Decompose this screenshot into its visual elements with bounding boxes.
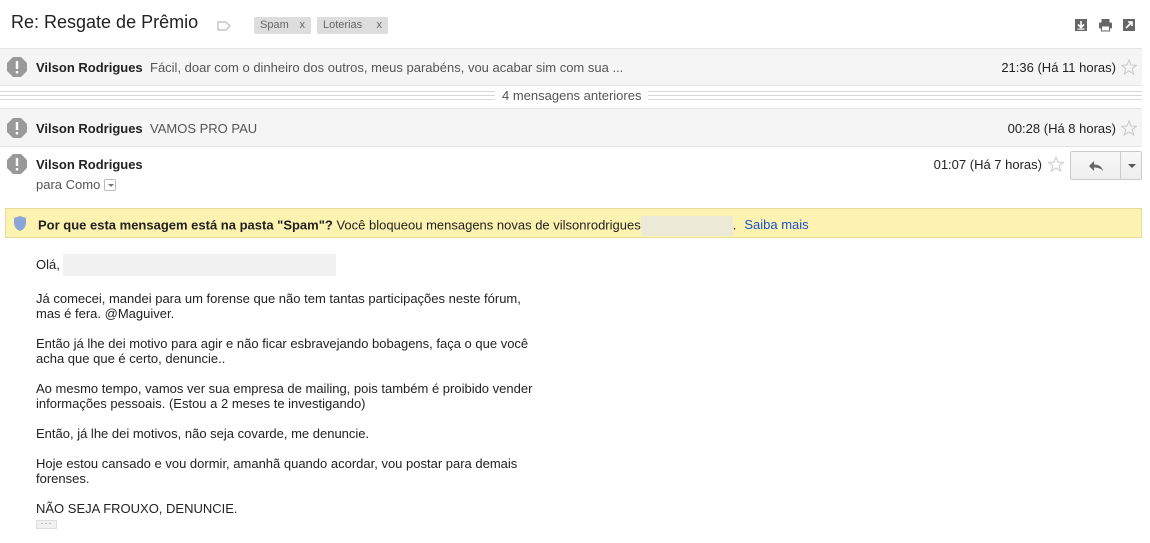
warning-icon [7,118,27,138]
reply-button[interactable] [1070,151,1120,180]
label-remove-button[interactable]: x [377,17,383,34]
thread-header: Re: Resgate de Prêmio Spam x Loterias x [0,0,1150,48]
message-body: Olá, Já comecei, mandei para um forense … [36,254,556,531]
star-icon[interactable] [1048,156,1064,172]
new-window-icon[interactable] [1122,18,1136,32]
message-sender: Vilson Rodrigues [36,121,143,136]
message-snippet: VAMOS PRO PAU [150,121,258,136]
print-icon[interactable] [1098,18,1113,32]
collapsed-message[interactable]: Vilson Rodrigues VAMOS PRO PAU 00:28 (Há… [0,108,1142,147]
label-remove-button[interactable]: x [300,17,306,34]
spam-notice-text: Por que esta mensagem está na pasta "Spa… [38,216,809,236]
body-paragraph: Já comecei, mandei para um forense que n… [36,291,521,321]
body-paragraph: Então já lhe dei motivo para agir e não … [36,336,529,366]
message-sender: Vilson Rodrigues [36,60,143,75]
greeting-text: Olá, [36,257,60,272]
collapsed-message[interactable]: Vilson Rodrigues Fácil, doar com o dinhe… [0,48,1142,86]
shield-icon [14,216,26,231]
more-actions-button[interactable] [1120,151,1142,180]
open-message-time: 01:07 (Há 7 horas) [933,157,1042,172]
label-tag-icon[interactable] [217,19,231,34]
greeting-line: Olá, [36,254,556,276]
recipient-line: para Como [36,177,117,192]
body-paragraph: Então, já lhe dei motivos, não seja cova… [36,426,370,441]
reply-icon [1089,161,1103,171]
label-chip-spam[interactable]: Spam x [254,17,311,34]
spam-notice-title: Por que esta mensagem está na pasta "Spa… [38,217,333,233]
star-icon[interactable] [1121,120,1137,136]
spam-notice-suffix: . [732,217,737,233]
recipient-details-dropdown[interactable] [104,179,117,191]
older-messages-label: 4 mensagens anteriores [495,88,649,103]
redacted-name [62,254,336,276]
recipient-text: para Como [36,177,101,192]
warning-icon [7,57,27,77]
thread-subject: Re: Resgate de Prêmio [11,12,199,32]
star-icon[interactable] [1121,59,1137,75]
label-chip-name: Loterias [323,19,363,31]
body-paragraph: NÃO SEJA FROUXO, DENUNCIE. [36,501,238,516]
older-messages-toggle[interactable]: 4 mensagens anteriores [0,87,1142,107]
label-chip-loterias[interactable]: Loterias x [317,17,388,34]
message-snippet: Fácil, doar com o dinheiro dos outros, m… [150,60,624,75]
show-trimmed-content-button[interactable]: ··· [36,519,57,529]
redacted-email [640,216,733,236]
spam-notice-reason: Você bloqueou mensagens novas de vilsonr… [332,217,641,233]
spam-notice-banner: Por que esta mensagem está na pasta "Spa… [5,208,1142,238]
open-message-sender[interactable]: Vilson Rodrigues [36,157,143,172]
download-icon[interactable] [1074,18,1088,32]
message-time: 21:36 (Há 11 horas) [1001,60,1116,75]
body-paragraph: Hoje estou cansado e vou dormir, amanhã … [36,456,518,486]
body-paragraph: Ao mesmo tempo, vamos ver sua empresa de… [36,381,533,411]
warning-icon [7,154,27,174]
learn-more-link[interactable]: Saiba mais [744,217,808,232]
message-time: 00:28 (Há 8 horas) [1007,121,1116,136]
label-chip-name: Spam [260,19,289,31]
